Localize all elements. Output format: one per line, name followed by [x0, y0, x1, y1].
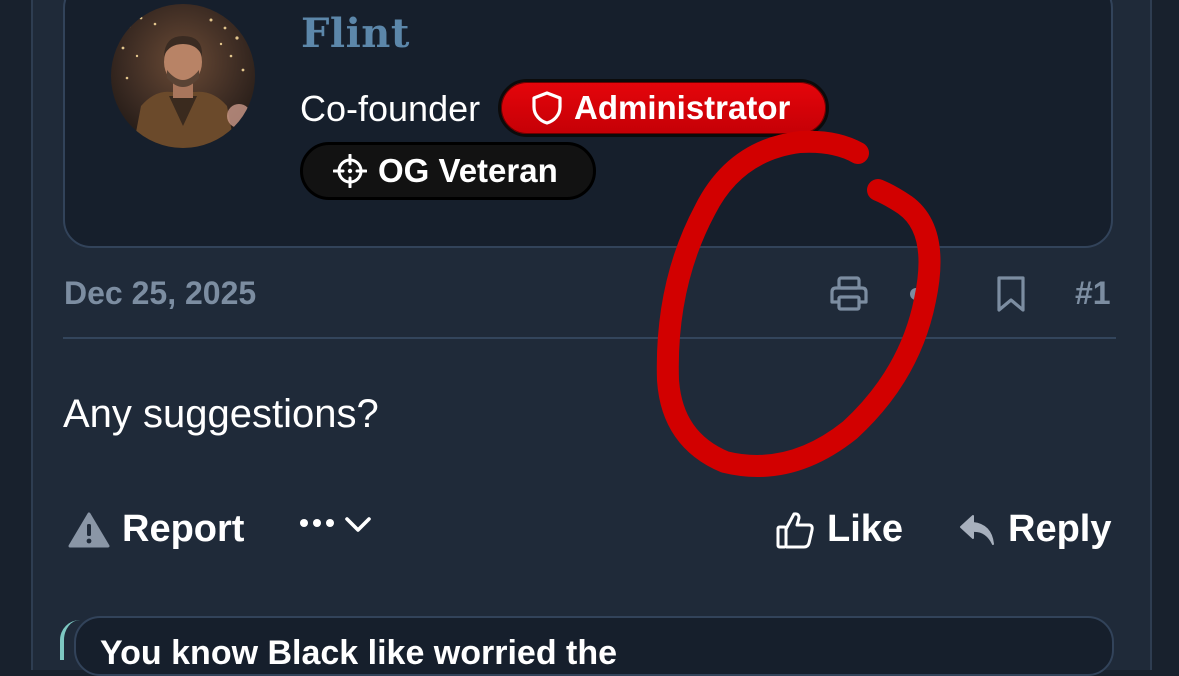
dot-icon[interactable]	[909, 287, 923, 306]
avatar-image	[111, 4, 255, 148]
thumbs-up-icon	[775, 510, 815, 550]
report-label: Report	[122, 508, 245, 550]
printer-icon[interactable]	[830, 276, 868, 317]
warning-icon	[68, 512, 110, 548]
og-veteran-badge: OG Veteran	[300, 142, 596, 200]
reply-button[interactable]: Reply	[958, 508, 1111, 551]
username[interactable]: Flint	[301, 10, 410, 57]
page: Flint Co-founder Administrator OG Vetera…	[0, 0, 1179, 676]
bookmark-icon[interactable]	[996, 275, 1026, 318]
chevron-down-icon	[344, 515, 372, 535]
like-label: Like	[827, 508, 904, 550]
more-options-button[interactable]	[298, 515, 372, 535]
post-date[interactable]: Dec 25, 2025	[64, 275, 256, 312]
user-title: Co-founder	[300, 88, 481, 129]
shield-icon	[531, 91, 563, 125]
reply-arrow-icon	[958, 513, 996, 547]
divider	[63, 337, 1116, 339]
og-veteran-badge-label: OG Veteran	[378, 152, 558, 189]
more-dots-icon	[298, 516, 338, 535]
next-post-preview: You know Black like worried the	[100, 634, 618, 672]
post-message: Any suggestions?	[63, 392, 379, 436]
like-button[interactable]: Like	[775, 508, 903, 551]
reply-label: Reply	[1008, 508, 1112, 550]
report-button[interactable]: Report	[68, 508, 244, 551]
avatar[interactable]	[111, 4, 255, 148]
post-number-link[interactable]: #1	[1075, 275, 1111, 312]
administrator-badge-label: Administrator	[574, 89, 791, 126]
administrator-badge: Administrator	[498, 79, 829, 137]
crosshair-icon	[333, 154, 367, 188]
